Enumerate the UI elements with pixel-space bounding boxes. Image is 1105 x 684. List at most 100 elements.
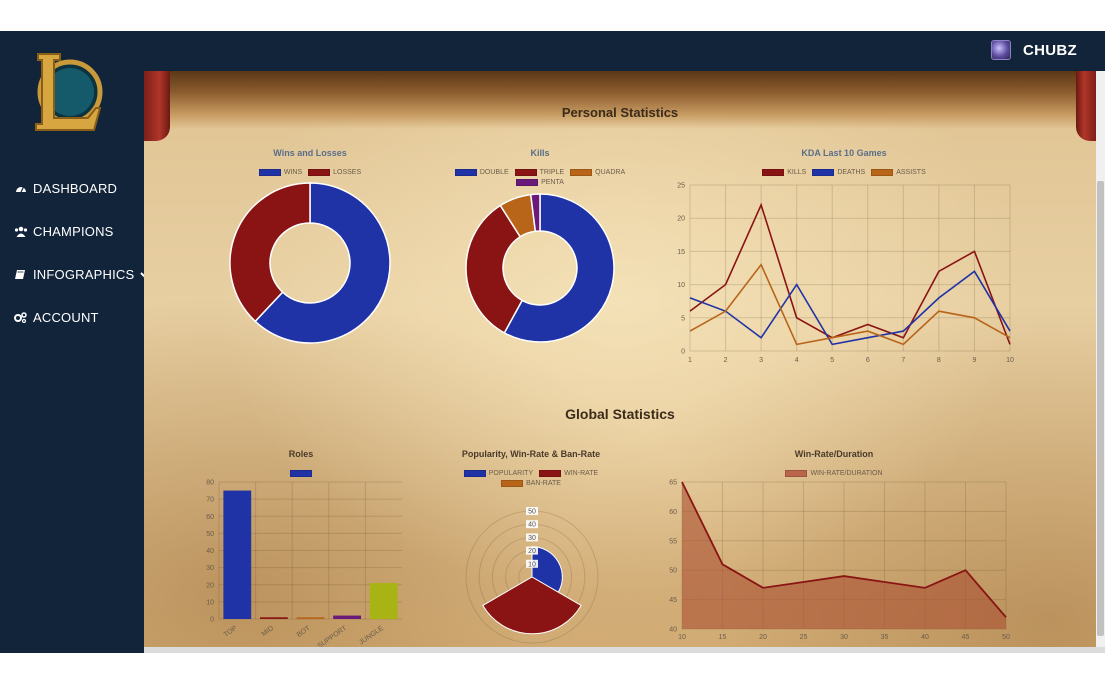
- personal-statistics-heading: Personal Statistics: [561, 105, 679, 120]
- x-tick-label: MID: [261, 625, 276, 638]
- x-tick-label: 3: [759, 357, 763, 364]
- series-line-deaths: [689, 270, 1011, 346]
- winrate-duration-area-chart: 40 45 50 55 60 65 10 15 20 25 30 35 40 45 50: [669, 480, 1010, 642]
- legend-item[interactable]: DEATHS: [812, 169, 865, 176]
- scrollbar-thumb[interactable]: [1097, 181, 1104, 636]
- wins-losses-donut-chart: [229, 182, 391, 344]
- y-tick-label: 40: [669, 627, 677, 634]
- legend-item[interactable]: WIN-RATE: [539, 470, 598, 477]
- x-tick-label: 10: [1006, 357, 1014, 364]
- radial-tick-label: 20: [528, 548, 536, 555]
- legend-item[interactable]: LOSSES: [308, 169, 361, 176]
- book-icon: [14, 269, 27, 281]
- x-tick-label: 45: [962, 634, 970, 641]
- chart-legend: WINS LOSSES: [210, 169, 410, 176]
- legend-label: KILLS: [787, 169, 807, 176]
- sidebar-item-account[interactable]: ACCOUNT: [14, 310, 99, 325]
- x-tick-label: 4: [795, 357, 799, 364]
- legend-item[interactable]: KILLS: [762, 169, 806, 176]
- sidebar-item-dashboard[interactable]: DASHBOARD: [14, 181, 117, 196]
- lol-logo-icon[interactable]: [26, 46, 106, 136]
- x-tick-label: 25: [800, 634, 808, 641]
- legend-item[interactable]: PENTA: [516, 179, 564, 186]
- legend-swatch: [258, 169, 281, 176]
- x-tick-label: 5: [830, 357, 834, 364]
- legend-swatch: [812, 169, 835, 176]
- y-tick-label: 15: [677, 249, 685, 256]
- y-tick-label: 70: [206, 497, 214, 504]
- legend-label: POPULARITY: [488, 470, 534, 477]
- x-tick-label: SUPPORT: [317, 624, 349, 647]
- series-line-assists: [689, 263, 1011, 346]
- sidebar-item-infographics[interactable]: INFOGRAPHICS: [14, 267, 151, 282]
- x-tick-label: JUNGLE: [358, 625, 385, 647]
- y-tick-label: 10: [677, 282, 685, 289]
- y-tick-label: 40: [206, 548, 214, 555]
- sidebar-item-champions[interactable]: CHAMPIONS: [14, 224, 114, 239]
- top-bar: CHUBZ: [144, 31, 1105, 71]
- x-tick-label: BOT: [296, 624, 312, 638]
- horizontal-scrollbar[interactable]: [144, 647, 1105, 653]
- legend-swatch: [514, 169, 537, 176]
- users-icon: [14, 226, 28, 238]
- chart-title: Kills: [530, 148, 550, 158]
- sidebar-item-label: DASHBOARD: [33, 181, 118, 196]
- y-tick-label: 0: [210, 617, 214, 624]
- legend-item[interactable]: DOUBLE: [454, 169, 509, 176]
- legend-label: TRIPLE: [539, 169, 565, 176]
- y-tick-label: 30: [206, 565, 214, 572]
- y-tick-label: 5: [681, 315, 685, 322]
- legend-label: DEATHS: [837, 169, 866, 176]
- y-tick-label: 20: [677, 216, 685, 223]
- y-tick-label: 50: [206, 531, 214, 538]
- chart-title: Roles: [288, 449, 314, 459]
- x-tick-label: TOP: [223, 625, 239, 639]
- chart-title: Win-Rate/Duration: [794, 449, 874, 459]
- legend-label: ASSISTS: [896, 169, 926, 176]
- parchment-scroll-top: [144, 71, 1096, 129]
- chart-title: Wins and Losses: [273, 148, 347, 158]
- y-tick-label: 80: [206, 480, 214, 487]
- app-window: DASHBOARD CHAMPIONS INFOGRAPHICS ACCOUNT: [0, 31, 1105, 653]
- legend-item[interactable]: BAN-RATE: [501, 480, 561, 487]
- legend-label: DOUBLE: [479, 169, 509, 176]
- user-menu[interactable]: CHUBZ: [991, 40, 1077, 60]
- username: CHUBZ: [1023, 41, 1077, 59]
- sidebar-item-label: ACCOUNT: [33, 310, 99, 325]
- x-tick-label: 10: [678, 634, 686, 641]
- popularity-polar-chart: 50 40 30 20 10: [465, 507, 599, 644]
- legend-item[interactable]: ASSISTS: [871, 169, 926, 176]
- legend-item[interactable]: QUADRA: [570, 169, 625, 176]
- legend-label: WINS: [283, 169, 303, 176]
- x-tick-label: 7: [901, 357, 905, 364]
- y-tick-label: 25: [677, 183, 685, 190]
- x-tick-label: 20: [759, 634, 767, 641]
- radial-tick-label: 10: [528, 561, 536, 568]
- legend-item[interactable]: WINS: [258, 169, 303, 176]
- y-tick-label: 50: [669, 568, 677, 575]
- dashboard-content: Personal Statistics Global Statistics Wi…: [144, 71, 1096, 647]
- y-tick-label: 55: [669, 538, 677, 545]
- legend-swatch: [463, 470, 486, 477]
- x-tick-label: 15: [719, 634, 727, 641]
- x-tick-label: 30: [840, 634, 848, 641]
- series-line-kills: [689, 202, 1011, 345]
- kills-donut-chart: [465, 193, 615, 343]
- bar-mid: [259, 617, 288, 619]
- legend-swatch: [539, 470, 562, 477]
- global-statistics-heading: Global Statistics: [565, 406, 675, 422]
- bar-jungle: [369, 583, 398, 619]
- x-tick-label: 9: [972, 357, 976, 364]
- legend-item[interactable]: POPULARITY: [463, 470, 534, 477]
- avatar[interactable]: [991, 40, 1011, 60]
- legend-swatch: [454, 169, 477, 176]
- sidebar-item-label: CHAMPIONS: [33, 224, 114, 239]
- chart-legend: DOUBLE TRIPLE QUADRA PENTA: [440, 169, 640, 186]
- legend-label: QUADRA: [595, 169, 626, 176]
- legend-item[interactable]: TRIPLE: [514, 169, 565, 176]
- scroll-roll-left: [144, 71, 170, 141]
- kda-line-chart: 0 5 10 15 20 25 1 2 3 4 5 6 7 8 9 10: [677, 183, 1014, 365]
- sidebar: DASHBOARD CHAMPIONS INFOGRAPHICS ACCOUNT: [0, 31, 151, 653]
- legend-label: BAN-RATE: [526, 480, 561, 487]
- chart-title: Popularity, Win-Rate & Ban-Rate: [461, 449, 601, 459]
